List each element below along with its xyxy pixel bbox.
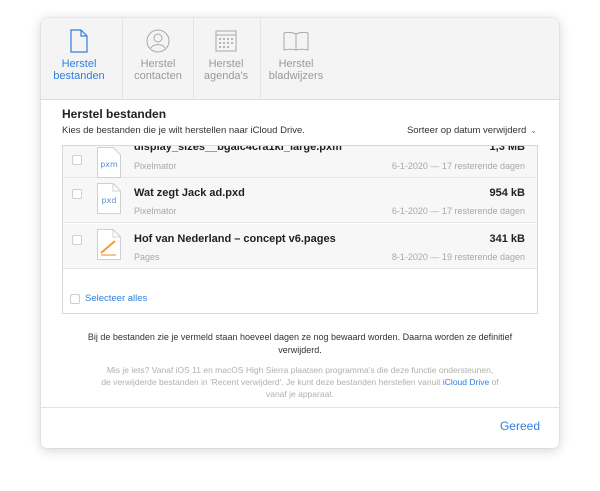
file-size: 954 kB: [489, 187, 525, 199]
file-row[interactable]: pxd Wat zegt Jack ad.pxd 954 kB Pixelmat…: [63, 178, 537, 223]
document-icon: [65, 26, 93, 56]
file-checkbox[interactable]: [72, 155, 82, 165]
tab-bar: Herstel bestanden Herstel contacten Hers…: [41, 18, 559, 100]
file-app: Pixelmator: [134, 206, 177, 216]
select-all-row: Selecteer alles: [63, 282, 537, 313]
restore-files-dialog: Herstel bestanden Herstel contacten Hers…: [41, 18, 559, 448]
select-all-link[interactable]: Selecteer alles: [85, 293, 147, 304]
tab-label-line1: Herstel: [278, 58, 314, 70]
file-name: display_sizes__bgalc4cra1ki_large.pxm: [134, 145, 342, 153]
section-title: Herstel bestanden: [62, 107, 167, 121]
select-all-checkbox[interactable]: [70, 294, 80, 304]
sort-label: Sorteer op datum verwijderd: [406, 125, 527, 136]
file-row[interactable]: Hof van Nederland – concept v6.pages 341…: [63, 224, 537, 269]
tab-restore-calendars[interactable]: Herstel agenda's: [192, 18, 260, 100]
icloud-drive-link[interactable]: iCloud Drive: [443, 377, 489, 387]
tab-divider: [122, 18, 123, 100]
file-list[interactable]: pxm display_sizes__bgalc4cra1ki_large.px…: [62, 145, 538, 314]
pages-file-icon: [97, 229, 121, 260]
tab-label-line2: agenda's: [203, 70, 249, 82]
tab-label-line2: bestanden: [53, 70, 105, 82]
file-deleted-date: 6-1-2020 — 17 resterende dagen: [391, 161, 525, 171]
tab-restore-contacts[interactable]: Herstel contacten: [124, 18, 192, 100]
file-row[interactable]: pxm display_sizes__bgalc4cra1ki_large.px…: [63, 145, 537, 178]
svg-text:pxd: pxd: [102, 196, 117, 205]
book-icon: [282, 26, 310, 56]
tab-restore-files[interactable]: Herstel bestanden: [45, 18, 113, 100]
footer-divider: [41, 407, 559, 408]
calendar-icon: [212, 26, 240, 56]
tab-label-line1: Herstel: [61, 58, 97, 70]
tab-label-line1: Herstel: [208, 58, 244, 70]
chevron-down-icon: ⌄: [530, 126, 537, 135]
done-button[interactable]: Gereed: [500, 419, 540, 433]
file-checkbox[interactable]: [72, 189, 82, 199]
file-deleted-date: 8-1-2020 — 19 resterende dagen: [391, 252, 525, 262]
pxd-file-icon: pxd: [97, 183, 121, 214]
help-note: Mis je iets? Vanaf iOS 11 en macOS High …: [101, 364, 499, 400]
sort-dropdown[interactable]: Sorteer op datum verwijderd ⌄: [407, 125, 537, 136]
tab-label-line1: Herstel: [140, 58, 176, 70]
contact-icon: [144, 26, 172, 56]
file-app: Pages: [134, 252, 160, 262]
tab-divider: [260, 18, 261, 100]
file-size: 341 kB: [489, 233, 525, 245]
file-size: 1,3 MB: [489, 145, 525, 153]
file-app: Pixelmator: [134, 161, 177, 171]
help-note-text: Mis je iets? Vanaf iOS 11 en macOS High …: [101, 365, 494, 387]
section-subtitle: Kies de bestanden die je wilt herstellen…: [62, 125, 305, 136]
file-checkbox[interactable]: [72, 235, 82, 245]
file-deleted-date: 6-1-2020 — 17 resterende dagen: [391, 206, 525, 216]
tab-restore-bookmarks[interactable]: Herstel bladwijzers: [262, 18, 330, 100]
file-name: Hof van Nederland – concept v6.pages: [134, 233, 336, 245]
retention-info-text: Bij de bestanden zie je vermeld staan ho…: [87, 332, 513, 355]
svg-text:pxm: pxm: [100, 160, 118, 169]
tab-label-line2: bladwijzers: [268, 70, 324, 82]
pxm-file-icon: pxm: [97, 147, 121, 178]
file-name: Wat zegt Jack ad.pxd: [134, 187, 245, 199]
tab-label-line2: contacten: [134, 70, 182, 82]
